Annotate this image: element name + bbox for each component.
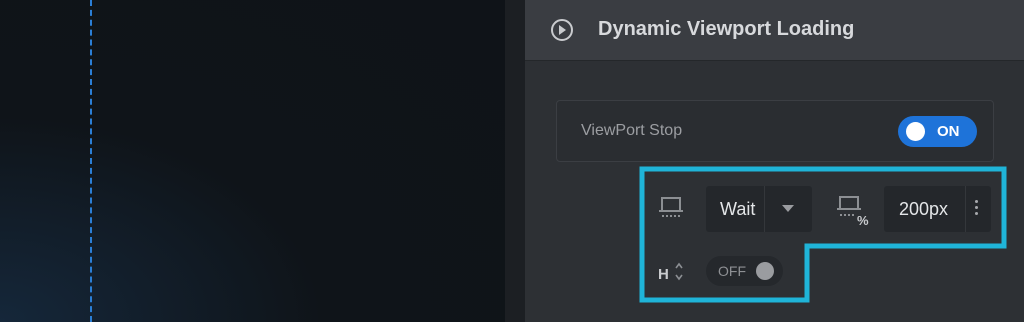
toggle-knob <box>756 262 774 280</box>
toggle-off-text: OFF <box>718 263 746 279</box>
viewport-wait-icon <box>659 197 683 217</box>
panel-header[interactable]: Dynamic Viewport Loading <box>525 0 1024 61</box>
input-divider <box>965 186 966 232</box>
viewport-stop-label: ViewPort Stop <box>581 122 683 139</box>
more-vertical-icon[interactable] <box>975 200 979 218</box>
height-arrows-icon: H <box>658 262 683 283</box>
viewport-percent-icon: % <box>837 196 869 228</box>
viewport-stop-card: ViewPort Stop ON <box>556 100 994 162</box>
wait-select-value: Wait <box>720 199 756 219</box>
viewport-guide-line <box>90 0 92 322</box>
canvas-area <box>0 0 505 322</box>
toggle-on-text: ON <box>937 123 960 140</box>
viewport-stop-toggle[interactable]: ON <box>898 116 977 147</box>
wait-select[interactable]: Wait <box>706 186 812 232</box>
select-divider <box>764 186 765 232</box>
settings-panel: Dynamic Viewport Loading ViewPort Stop O… <box>525 0 1024 322</box>
caret-down-icon[interactable] <box>782 205 794 212</box>
offset-input[interactable]: 200px <box>884 186 991 232</box>
toggle-knob <box>906 122 925 141</box>
play-circle-icon <box>551 19 573 41</box>
svg-text:%: % <box>857 213 869 228</box>
panel-title: Dynamic Viewport Loading <box>598 18 855 40</box>
offset-input-value: 200px <box>899 199 949 219</box>
height-toggle[interactable]: OFF <box>706 256 783 286</box>
svg-text:H: H <box>658 266 669 283</box>
panel-gutter <box>505 0 525 322</box>
